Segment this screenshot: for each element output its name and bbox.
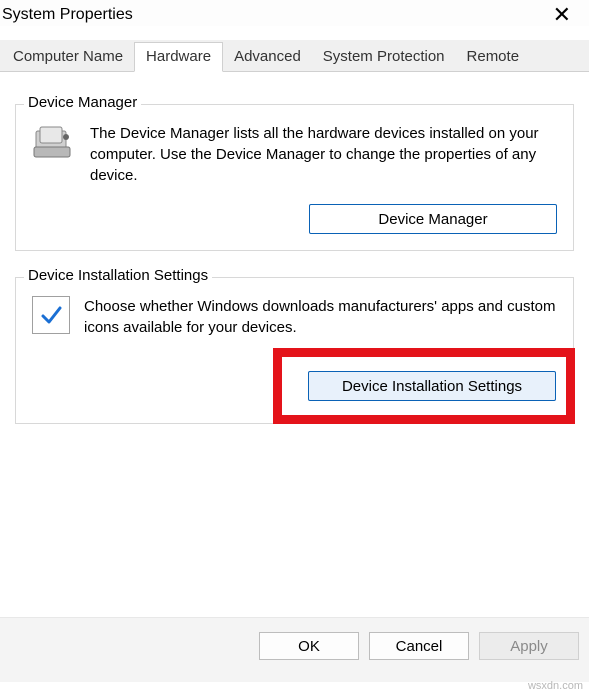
dialog-footer: OK Cancel Apply bbox=[0, 617, 589, 682]
title-bar: System Properties ✕ bbox=[0, 0, 589, 26]
device-install-settings-button[interactable]: Device Installation Settings bbox=[308, 371, 556, 401]
device-manager-group: Device Manager The Device Manager lists … bbox=[15, 104, 574, 251]
device-install-legend: Device Installation Settings bbox=[24, 267, 212, 284]
checkmark-icon bbox=[32, 296, 70, 334]
close-icon[interactable]: ✕ bbox=[545, 6, 579, 24]
highlight-annotation: Device Installation Settings bbox=[273, 348, 575, 424]
watermark: wsxdn.com bbox=[528, 680, 583, 692]
device-manager-legend: Device Manager bbox=[24, 94, 141, 111]
tab-content: Device Manager The Device Manager lists … bbox=[0, 72, 589, 434]
device-manager-text: The Device Manager lists all the hardwar… bbox=[90, 123, 557, 186]
tab-system-protection[interactable]: System Protection bbox=[312, 43, 456, 71]
ok-button[interactable]: OK bbox=[259, 632, 359, 660]
device-manager-button[interactable]: Device Manager bbox=[309, 204, 557, 234]
tab-remote[interactable]: Remote bbox=[456, 43, 531, 71]
tab-computer-name[interactable]: Computer Name bbox=[2, 43, 134, 71]
apply-button[interactable]: Apply bbox=[479, 632, 579, 660]
tab-hardware[interactable]: Hardware bbox=[134, 42, 223, 72]
device-install-text: Choose whether Windows downloads manufac… bbox=[84, 296, 557, 338]
window-title: System Properties bbox=[0, 6, 133, 24]
device-install-group: Device Installation Settings Choose whet… bbox=[15, 277, 574, 424]
cancel-button[interactable]: Cancel bbox=[369, 632, 469, 660]
tab-advanced[interactable]: Advanced bbox=[223, 43, 312, 71]
tab-strip: Computer Name Hardware Advanced System P… bbox=[0, 40, 589, 72]
device-manager-icon bbox=[32, 123, 76, 186]
